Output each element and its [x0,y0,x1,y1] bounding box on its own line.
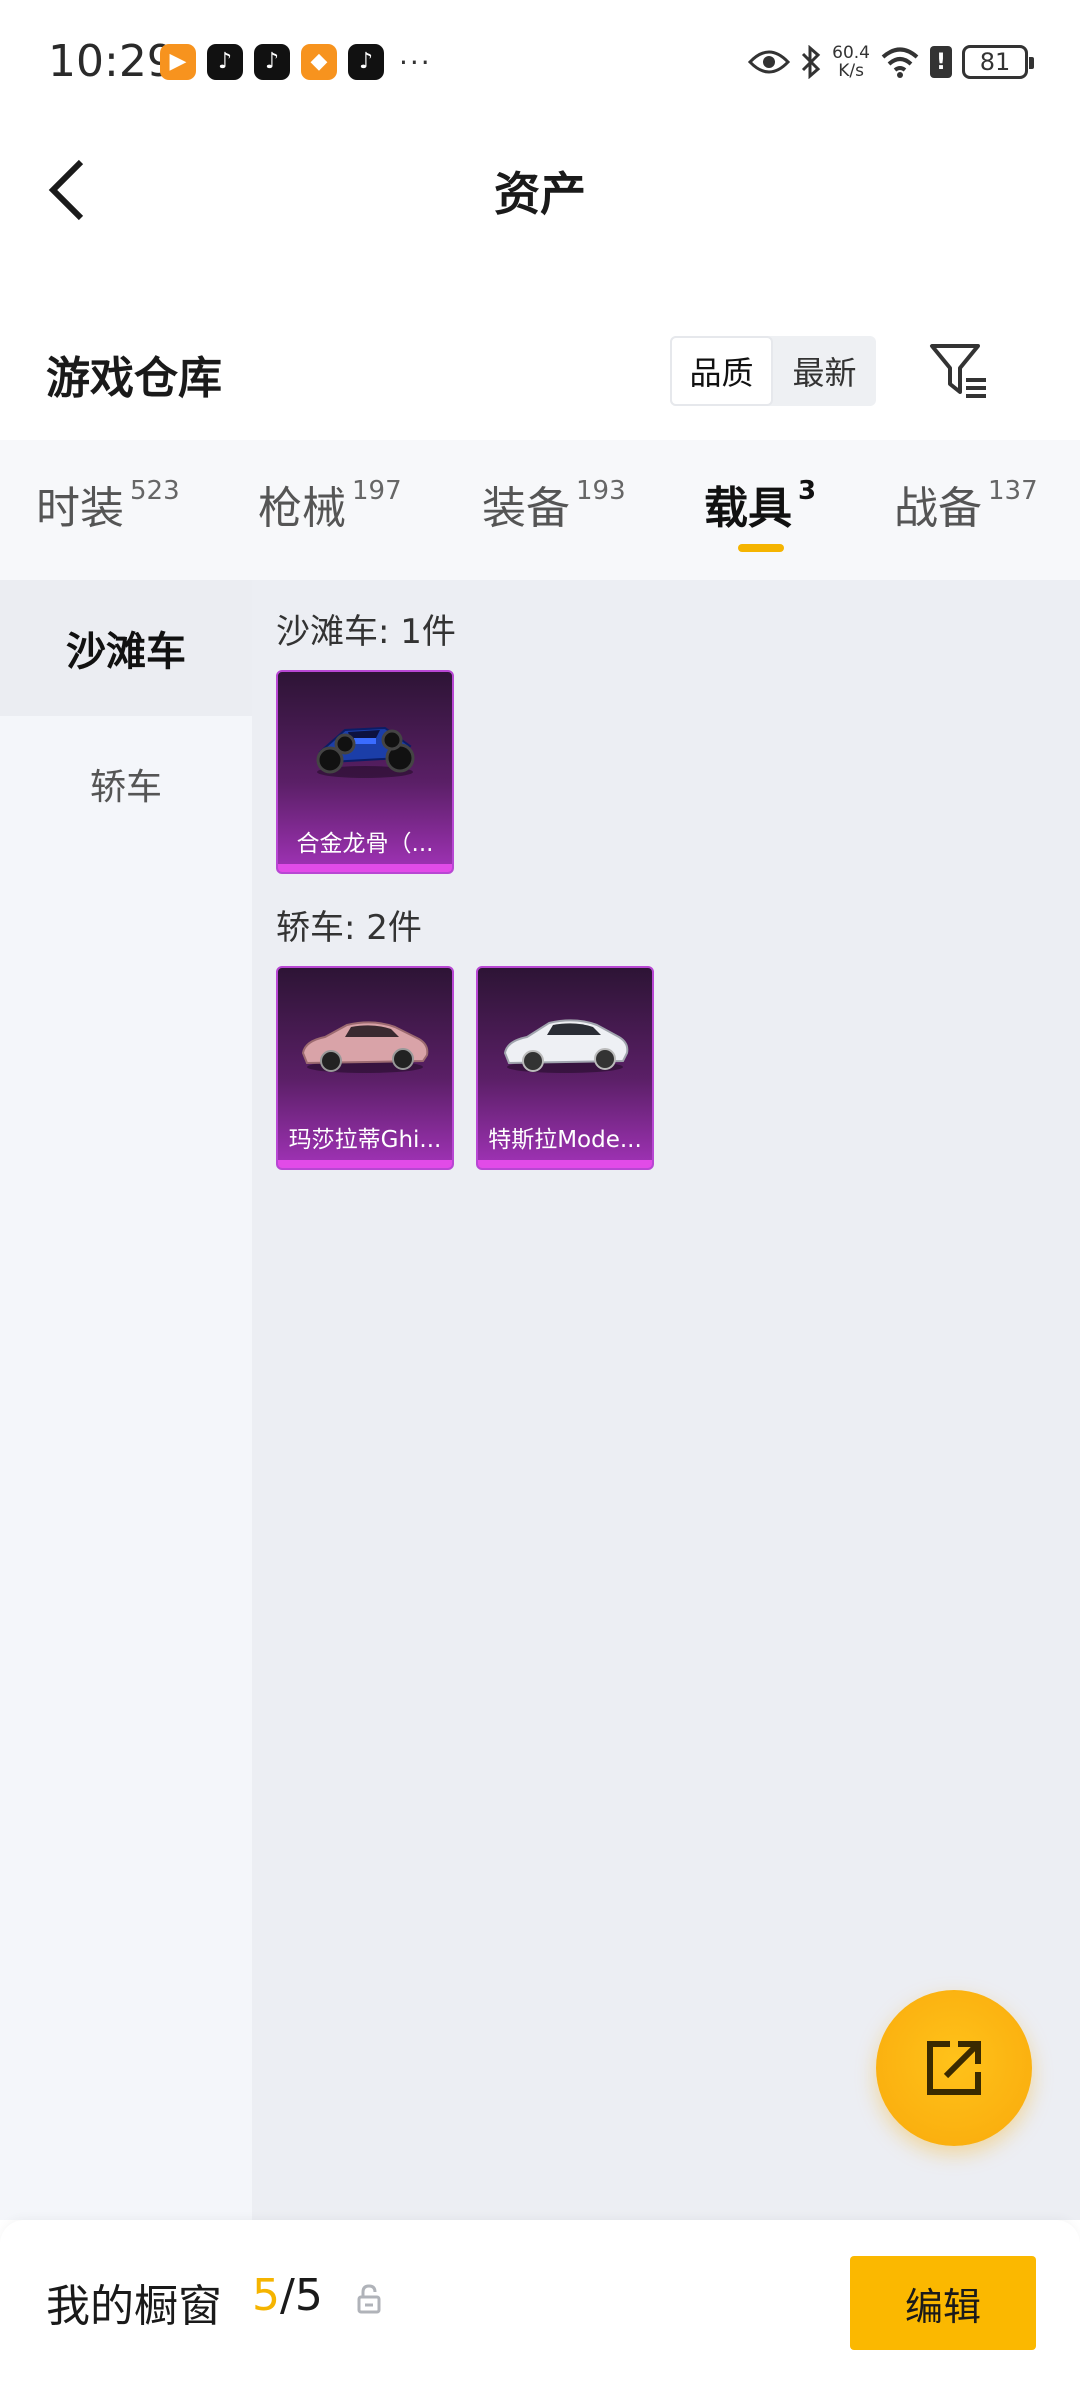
white-sedan-image [478,968,652,1118]
tab-label: 枪械 [258,483,346,534]
buggy-image [278,672,452,822]
tab-count: 137 [988,476,1038,506]
tab-vehicles[interactable]: 载具 3 [704,472,816,536]
video-app-icon: ▶ [160,44,196,80]
tab-label: 装备 [482,483,570,534]
share-external-icon [927,2041,981,2095]
app-header: 资产 [0,120,1080,260]
group-label-buggy: 沙滩车: 1件 [276,612,456,652]
sort-toggle: 品质 最新 [670,336,876,406]
sort-latest-button[interactable]: 最新 [773,336,876,406]
sidebar-item-sedan[interactable]: 轿车 [0,716,252,852]
group-label-sedan: 轿车: 2件 [276,908,422,948]
status-time: 10:29 [48,36,175,87]
network-speed: 60.4 K/s [832,44,870,80]
vehicle-name: 玛莎拉蒂Ghi... [288,1127,442,1153]
tab-equipment[interactable]: 装备 193 [482,472,626,536]
warehouse-header: 游戏仓库 品质 最新 [0,320,1080,440]
wifi-icon [881,47,919,78]
tab-weapons[interactable]: 枪械 197 [258,472,402,536]
tab-label: 时装 [36,483,124,534]
tiktok-icon: ♪ [348,44,384,80]
more-notifications-icon: ··· [399,45,432,79]
gamepad-icon: ◆ [301,44,337,80]
alert-icon: ! [930,46,952,78]
battery-icon: 81 [962,45,1034,79]
vehicle-name: 特斯拉Mode... [488,1127,642,1153]
vehicle-name: 合金龙骨（... [296,831,434,857]
filter-icon [930,344,986,398]
tab-fashion[interactable]: 时装 523 [36,472,180,536]
filter-button[interactable] [928,340,990,402]
eye-icon [748,50,791,74]
tab-count: 523 [130,476,180,506]
bluetooth-icon [802,45,821,79]
showcase-count: 5/5 [252,2270,323,2321]
lock-icon [357,2284,381,2314]
tiktok-icon: ♪ [254,44,290,80]
category-tabs: 时装 523 枪械 197 装备 193 载具 3 战备 137 [0,440,1080,580]
showcase-bar: 我的橱窗 5/5 编辑 [0,2220,1080,2382]
notification-icons: ▶ ♪ ♪ ◆ ♪ ··· [160,40,432,84]
system-indicators: 60.4 K/s ! 81 [738,38,1034,86]
tiktok-icon: ♪ [207,44,243,80]
quality-bar [278,864,452,872]
pink-sedan-image [278,968,452,1118]
showcase-total: 5 [294,2270,323,2321]
vehicle-list: 沙滩车: 1件 合金龙骨（... 轿车: 2件 玛莎拉蒂Ghi... 特斯拉Mo… [252,580,1080,2220]
vehicle-card[interactable]: 合金龙骨（... [276,670,454,874]
tab-label: 载具 [704,483,792,534]
share-fab-button[interactable] [876,1990,1032,2146]
tab-count: 197 [352,476,402,506]
tab-combat-gear[interactable]: 战备 137 [894,472,1038,536]
showcase-label: 我的橱窗 [46,2281,222,2332]
vehicle-card[interactable]: 特斯拉Mode... [476,966,654,1170]
network-speed-value: 60.4 [832,43,870,63]
warehouse-title: 游戏仓库 [46,353,222,404]
quality-bar [278,1160,452,1168]
vehicle-card[interactable]: 玛莎拉蒂Ghi... [276,966,454,1170]
sort-quality-button[interactable]: 品质 [670,336,773,406]
subcategory-sidebar: 沙滩车 轿车 [0,580,252,2220]
page-title: 资产 [494,167,586,221]
tab-count: 3 [798,476,817,506]
status-bar: 10:29 ▶ ♪ ♪ ◆ ♪ ··· 60.4 K/s ! 81 [0,0,1080,120]
showcase-separator: / [280,2270,295,2321]
edit-button[interactable]: 编辑 [850,2256,1036,2350]
tab-label: 战备 [894,483,982,534]
sidebar-item-buggy[interactable]: 沙滩车 [0,580,252,716]
network-speed-unit: K/s [838,61,864,81]
active-tab-indicator [738,544,784,552]
battery-level: 81 [979,48,1011,76]
tab-count: 193 [576,476,626,506]
showcase-current: 5 [252,2270,280,2321]
quality-bar [478,1160,652,1168]
